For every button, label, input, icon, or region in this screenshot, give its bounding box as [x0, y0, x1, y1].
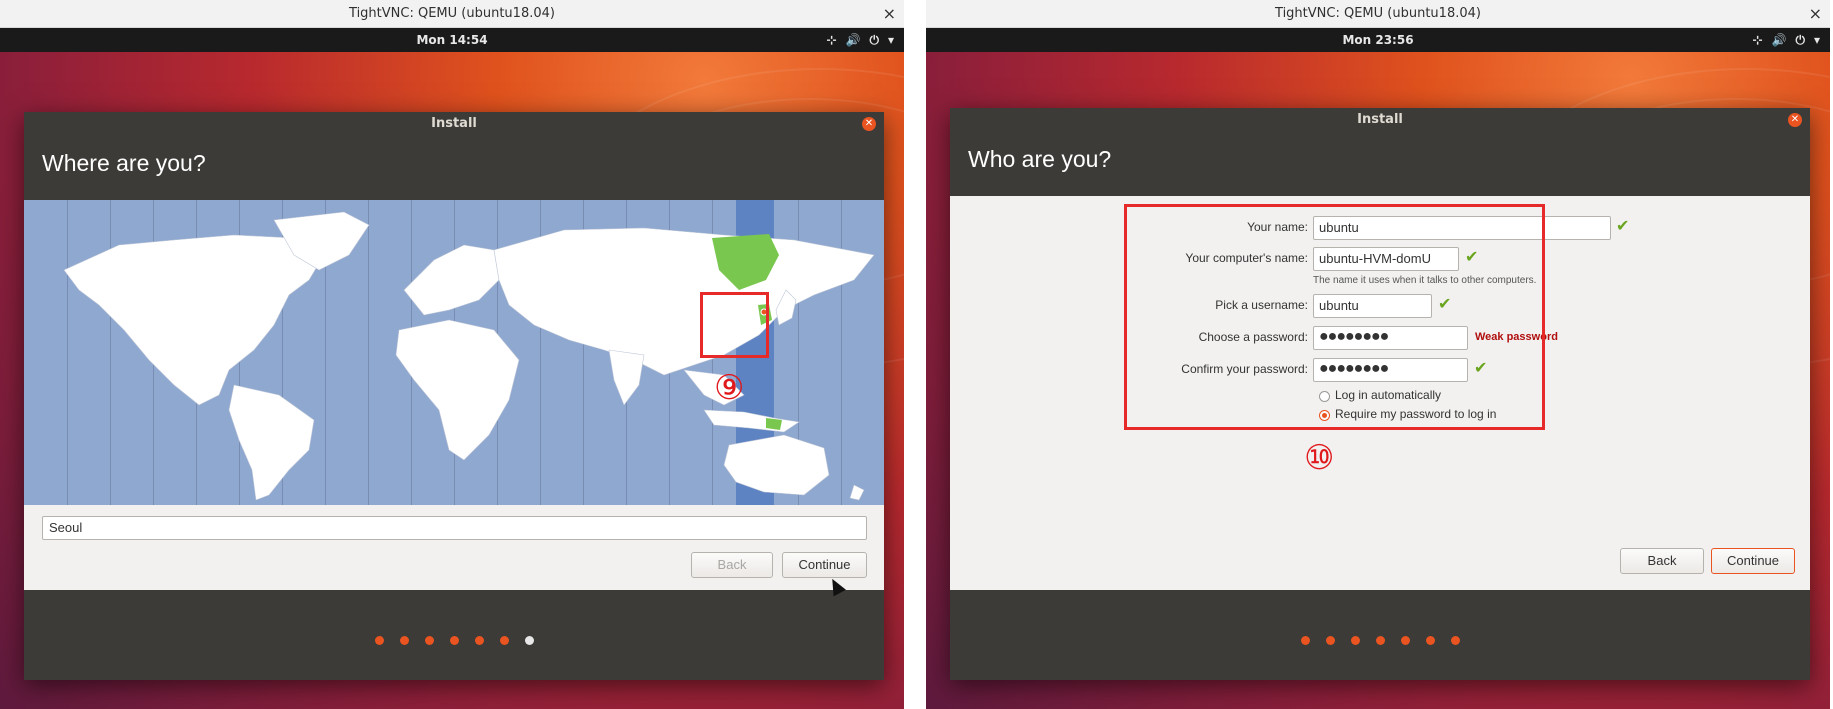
- vnc-window-step-9: TightVNC: QEMU (ubuntu18.04) × Mon 14:54…: [0, 0, 904, 709]
- progress-dot: [424, 636, 434, 645]
- annotation-box-step-9: [700, 292, 769, 358]
- check-icon: ✔: [1616, 216, 1630, 235]
- top-panel: Mon 23:56 ⊹ 🔊 ⏻ ▾: [926, 28, 1830, 52]
- step-number: ⑩: [1304, 438, 1335, 478]
- page-title: Who are you?: [950, 132, 1810, 196]
- system-tray[interactable]: ⊹ 🔊 ⏻ ▾: [1743, 28, 1820, 52]
- progress-dot: [1375, 636, 1385, 645]
- page-title: Where are you?: [24, 136, 884, 200]
- installer-window: Install ✕ Where are you? Seoul Back Cont…: [24, 112, 884, 680]
- progress-dot: [1400, 636, 1410, 645]
- progress-footer: [950, 590, 1810, 680]
- progress-dot: [499, 636, 509, 645]
- progress-dots: [950, 630, 1810, 649]
- vnc-titlebar: TightVNC: QEMU (ubuntu18.04) ×: [0, 0, 904, 28]
- progress-dot: [1300, 636, 1310, 645]
- network-icon[interactable]: ⊹: [826, 33, 836, 47]
- window-close-button[interactable]: ✕: [862, 117, 876, 131]
- top-panel: Mon 14:54 ⊹ 🔊 ⏻ ▾: [0, 28, 904, 52]
- progress-dots: [24, 630, 884, 649]
- progress-dot: [449, 636, 459, 645]
- volume-icon[interactable]: 🔊: [1772, 33, 1787, 47]
- volume-icon[interactable]: 🔊: [846, 33, 861, 47]
- network-icon[interactable]: ⊹: [1752, 33, 1762, 47]
- clock[interactable]: Mon 14:54: [0, 28, 904, 52]
- window-close-button[interactable]: ✕: [1788, 113, 1802, 127]
- progress-dot: [399, 636, 409, 645]
- close-icon[interactable]: ×: [1809, 0, 1822, 27]
- back-button[interactable]: Back: [691, 552, 773, 578]
- close-icon[interactable]: ×: [883, 0, 896, 27]
- clock[interactable]: Mon 23:56: [926, 28, 1830, 52]
- window-title: Install: [1357, 112, 1403, 127]
- annotation-box-step-10: [1124, 204, 1545, 430]
- back-button[interactable]: Back: [1620, 548, 1704, 574]
- window-title: Install: [431, 116, 477, 131]
- continue-button[interactable]: Continue: [1711, 548, 1795, 574]
- timezone-input[interactable]: Seoul: [42, 516, 867, 540]
- vnc-title-text: TightVNC: QEMU (ubuntu18.04): [1275, 6, 1481, 21]
- progress-dot: [1350, 636, 1360, 645]
- progress-dot: [1450, 636, 1460, 645]
- vnc-title-text: TightVNC: QEMU (ubuntu18.04): [349, 6, 555, 21]
- progress-dot: [474, 636, 484, 645]
- progress-dot-current: [524, 636, 534, 645]
- progress-footer: [24, 590, 884, 680]
- progress-dot: [374, 636, 384, 645]
- system-tray[interactable]: ⊹ 🔊 ⏻ ▾: [817, 28, 894, 52]
- step-number: ⑨: [714, 368, 745, 408]
- power-icon[interactable]: ⏻: [869, 33, 879, 47]
- vnc-titlebar: TightVNC: QEMU (ubuntu18.04) ×: [926, 0, 1830, 28]
- progress-dot: [1325, 636, 1335, 645]
- vnc-window-step-10: TightVNC: QEMU (ubuntu18.04) × Mon 23:56…: [926, 0, 1830, 709]
- chevron-down-icon[interactable]: ▾: [1814, 33, 1820, 47]
- progress-dot: [1425, 636, 1435, 645]
- window-titlebar: Install ✕: [24, 112, 884, 136]
- chevron-down-icon[interactable]: ▾: [888, 33, 894, 47]
- power-icon[interactable]: ⏻: [1795, 33, 1805, 47]
- continue-button[interactable]: Continue: [782, 552, 867, 578]
- window-titlebar: Install ✕: [950, 108, 1810, 132]
